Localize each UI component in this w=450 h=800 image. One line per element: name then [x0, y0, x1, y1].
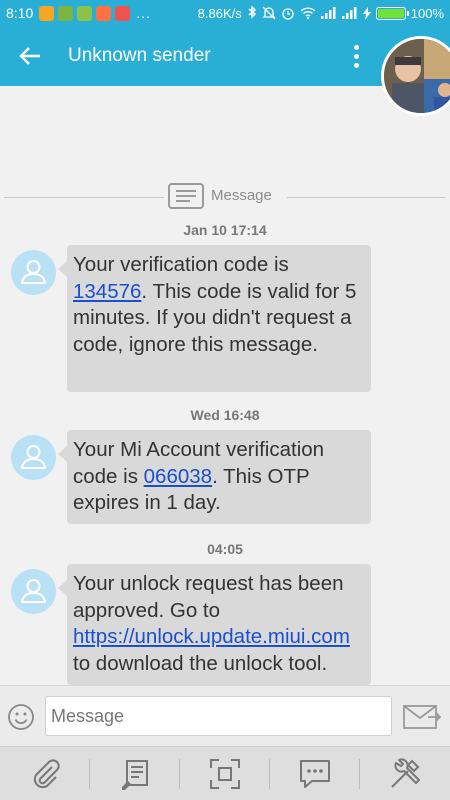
bluetooth-icon: [248, 6, 256, 19]
battery-level: [377, 8, 404, 18]
status-bar: 8:10 ... 8.86K/s 100%: [0, 0, 450, 26]
message-bubble[interactable]: Your Mi Account verification code is 066…: [58, 430, 371, 524]
message-timestamp: 04:05: [207, 541, 243, 557]
bottom-toolbar: [0, 746, 450, 800]
divider-line-right: [287, 197, 445, 198]
tools-icon: [391, 758, 420, 788]
toolbar-divider: [179, 759, 180, 789]
toolbar-divider: [359, 759, 360, 789]
template-icon: [122, 760, 148, 790]
message-text: Your verification code is: [73, 253, 289, 276]
message-divider: Message: [0, 181, 450, 211]
expand-button[interactable]: [208, 757, 242, 791]
notification-icon-3: [77, 5, 93, 21]
tools-button[interactable]: [388, 757, 422, 791]
status-right: 8.86K/s 100%: [198, 6, 444, 21]
battery-percent: 100%: [410, 5, 444, 21]
more-notifications-icon: ...: [136, 5, 151, 21]
sender-avatar[interactable]: [11, 250, 56, 295]
message-text: Your unlock request has been approved. G…: [73, 572, 344, 622]
toolbar-divider: [269, 759, 270, 789]
message-text: to download the unlock tool.: [73, 651, 328, 675]
arrow-left-icon: [19, 47, 40, 65]
message-link[interactable]: 066038: [144, 465, 212, 488]
expand-icon: [210, 759, 240, 789]
message-timestamp: Wed 16:48: [190, 407, 260, 423]
mute-icon: [262, 6, 276, 20]
person-icon: [20, 579, 47, 603]
smiley-icon: [8, 704, 34, 730]
toolbar-divider: [89, 759, 90, 789]
status-time: 8:10: [6, 5, 34, 21]
divider-line-left: [4, 197, 164, 198]
more-vert-icon[interactable]: [346, 41, 366, 71]
contact-photo-image: [384, 39, 450, 113]
sender-avatar[interactable]: [11, 435, 56, 480]
person-icon: [20, 445, 47, 469]
back-button[interactable]: [0, 26, 60, 86]
signal-icon-1: [320, 7, 336, 19]
attach-button[interactable]: [28, 757, 62, 791]
battery-icon: [375, 6, 409, 20]
network-speed: 8.86K/s: [197, 5, 242, 21]
sender-avatar[interactable]: [11, 569, 56, 614]
notification-icon-1: [39, 5, 55, 21]
message-input[interactable]: [45, 696, 392, 736]
notification-icon-5: [115, 5, 131, 21]
signal-icon-2: [341, 7, 357, 19]
message-timestamp: Jan 10 17:14: [183, 222, 267, 238]
page-title: Unknown sender: [68, 45, 211, 66]
conversation[interactable]: Message Jan 10 17:14 Your verification c…: [0, 86, 450, 685]
notification-icon-2: [58, 5, 74, 21]
message-link[interactable]: https://unlock.update.miui.com: [73, 625, 350, 648]
message-bubble[interactable]: Your unlock request has been approved. G…: [58, 564, 371, 685]
send-icon: [403, 705, 442, 729]
attach-icon: [33, 759, 60, 789]
person-icon: [20, 260, 47, 284]
divider-label: Message: [211, 187, 272, 204]
emoji-button[interactable]: [6, 702, 36, 732]
notification-icon-4: [96, 5, 112, 21]
quick-reply-icon: [300, 760, 330, 788]
compose-bar: [0, 685, 450, 746]
message-bubble[interactable]: Your verification code is 134576. This c…: [58, 245, 371, 392]
wifi-icon: [300, 6, 316, 19]
alarm-icon: [282, 8, 294, 20]
template-button[interactable]: [118, 757, 152, 791]
send-button[interactable]: [402, 702, 442, 732]
charging-icon: [362, 6, 371, 20]
message-type-icon: [168, 183, 204, 209]
message-link[interactable]: 134576: [73, 280, 141, 303]
quick-reply-button[interactable]: [298, 757, 332, 791]
